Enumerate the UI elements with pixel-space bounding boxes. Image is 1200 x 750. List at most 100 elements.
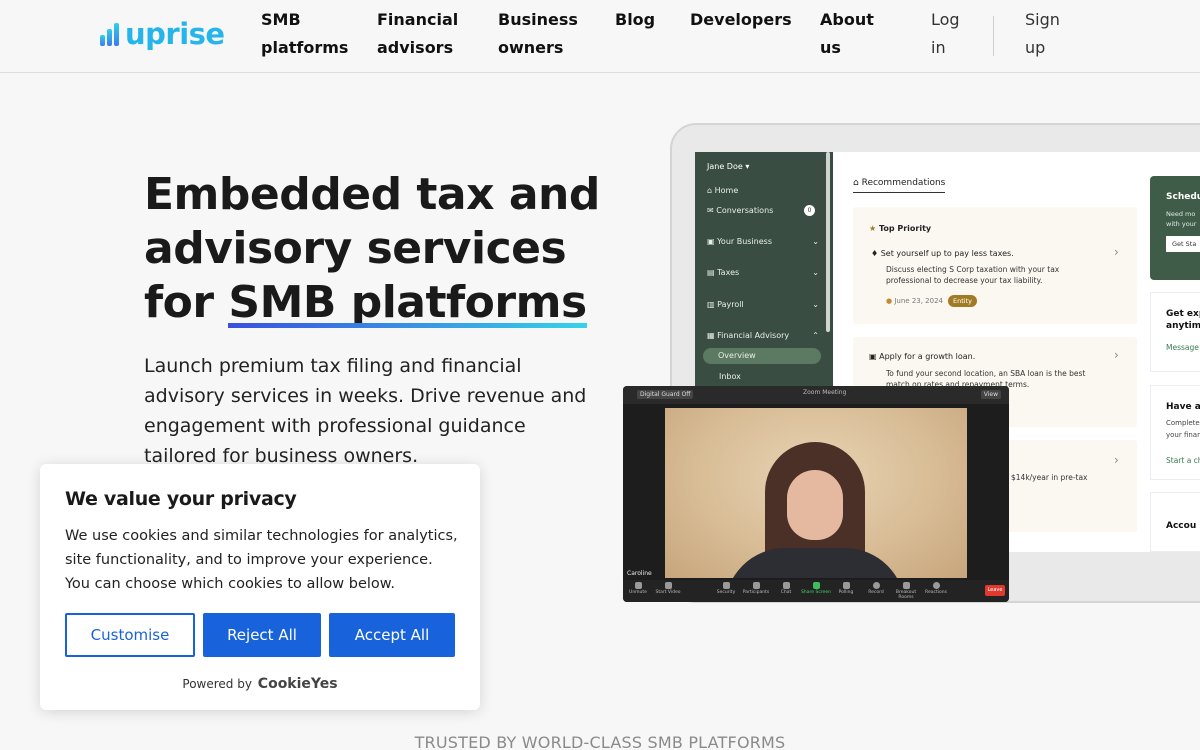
- message-link: Message: [1166, 343, 1199, 352]
- control-label: Participants: [742, 590, 770, 595]
- control-label: Start Video: [655, 590, 681, 595]
- sidebar-item-financial-advisory: ▦ Financial Advisory ⌃: [707, 331, 823, 340]
- home-icon: ⌂: [707, 186, 713, 195]
- customise-button[interactable]: Customise: [65, 613, 195, 657]
- rec1-title-text: Set yourself up to pay less taxes.: [880, 249, 1014, 258]
- video-view-button: View: [980, 390, 1001, 399]
- rec2-title: ▣ Apply for a growth loan.: [869, 352, 975, 361]
- schedule-card: Schedu Need mo with your Get Sta: [1150, 176, 1200, 280]
- logo-text: uprise: [125, 17, 225, 51]
- chat-icon: Chat: [771, 582, 801, 595]
- nav-blog[interactable]: Blog: [615, 6, 675, 34]
- chart-icon: ▦: [707, 331, 715, 340]
- sidebar-item-label: Taxes: [717, 268, 740, 277]
- recommendation-card-1: ★ Top Priority ♦ Set yourself up to pay …: [853, 207, 1137, 324]
- top-priority-text: Top Priority: [878, 224, 932, 233]
- leave-button: Leave: [985, 585, 1005, 596]
- video-titlebar: Digital Guard Off Zoom Meeting View: [623, 386, 1009, 404]
- schedule-card-sub: Need mo: [1166, 210, 1196, 218]
- hero-title: Embedded tax and advisory services for S…: [144, 168, 604, 330]
- hero-title-line3: for: [144, 277, 229, 328]
- control-label: Breakout Rooms: [895, 590, 917, 600]
- question-card-sub2: your financ: [1166, 431, 1200, 439]
- control-label: Reactions: [925, 590, 947, 595]
- shield-icon: Security: [711, 582, 741, 595]
- reject-all-button[interactable]: Reject All: [203, 613, 321, 657]
- chevron-right-icon: ›: [1114, 453, 1119, 467]
- money-bag-icon: ♦: [871, 249, 879, 258]
- sidebar-item-label: Home: [714, 186, 739, 195]
- account-card-title: Accou: [1166, 521, 1197, 531]
- tag-icon: ⌂: [853, 178, 859, 188]
- cookie-title: We value your privacy: [65, 488, 297, 510]
- sidebar-item-label: Conversations: [716, 206, 774, 215]
- accept-all-button[interactable]: Accept All: [329, 613, 455, 657]
- control-label: Share Screen: [801, 590, 831, 595]
- nav-divider: [993, 16, 994, 56]
- control-label: Record: [868, 590, 884, 595]
- nav-developers[interactable]: Developers: [690, 6, 800, 34]
- user-menu: Jane Doe ▾: [707, 162, 749, 171]
- rec1-tag: Entity: [948, 295, 977, 307]
- dot-icon: ●: [886, 297, 893, 305]
- start-chat-link: Start a ch: [1166, 456, 1200, 465]
- sidebar-item-overview: Overview: [703, 348, 821, 364]
- uprise-logo[interactable]: uprise: [100, 18, 225, 50]
- nav-smb-platforms[interactable]: SMB platforms: [261, 6, 351, 62]
- chevron-down-icon: ⌄: [812, 300, 819, 309]
- nav-signup[interactable]: Sign up: [1025, 6, 1075, 62]
- top-priority-label: ★ Top Priority: [869, 224, 931, 233]
- video-call-window: Digital Guard Off Zoom Meeting View Caro…: [623, 386, 1009, 602]
- sidebar-item-your-business: ▣ Your Business ⌄: [707, 237, 823, 246]
- nav-business-owners[interactable]: Business owners: [498, 6, 588, 62]
- polling-icon: Polling: [831, 582, 861, 595]
- rec1-date: ● June 23, 2024: [886, 296, 943, 307]
- logo-mark-icon: [100, 22, 122, 46]
- sidebar-item-label: Payroll: [717, 300, 744, 309]
- rec2-title-text: Apply for a growth loan.: [879, 352, 976, 361]
- control-label: Chat: [780, 590, 792, 595]
- chevron-up-icon: ⌃: [812, 331, 819, 340]
- share-screen-icon: Share Screen: [801, 582, 831, 595]
- record-icon: Record: [861, 582, 891, 595]
- question-card-sub: Complete: [1166, 419, 1200, 427]
- chevron-down-icon: ⌄: [812, 268, 819, 277]
- chevron-right-icon: ›: [1114, 348, 1119, 362]
- nav-login[interactable]: Log in: [931, 6, 971, 62]
- sidebar-item-taxes: ▤ Taxes ⌄: [707, 268, 823, 277]
- hero-title-line1: Embedded tax and: [144, 169, 600, 220]
- advisor-body: [725, 548, 905, 578]
- cookie-description: We use cookies and similar technologies …: [65, 528, 458, 592]
- get-started-button: Get Sta: [1166, 236, 1200, 252]
- schedule-card-title: Schedu: [1166, 192, 1200, 202]
- briefcase-icon: ▣: [707, 237, 715, 246]
- nav-about-us[interactable]: About us: [820, 6, 880, 62]
- video-title: Zoom Meeting: [803, 389, 847, 396]
- expert-card-sub: anytime: [1166, 321, 1200, 331]
- user-name: Jane Doe: [707, 162, 743, 171]
- advisor-face: [787, 470, 843, 540]
- powered-by: Powered by CookieYes: [40, 676, 480, 692]
- video-controls: Unmute Start Video Security Participants…: [623, 580, 1009, 602]
- nav-financial-advisors[interactable]: Financial advisors: [377, 6, 467, 62]
- schedule-card-sub2: with your: [1166, 220, 1197, 228]
- video-status-badge: Digital Guard Off: [637, 390, 694, 399]
- control-label: Unmute: [629, 590, 647, 595]
- sidebar-item-home: ⌂ Home: [707, 186, 823, 195]
- receipt-icon: ▤: [707, 268, 715, 277]
- star-icon: ★: [869, 224, 877, 233]
- site-header: uprise SMB platforms Financial advisors …: [0, 0, 1200, 73]
- cookieyes-logo[interactable]: CookieYes: [258, 676, 338, 692]
- mic-icon: Unmute: [623, 582, 653, 595]
- account-card: Accou: [1150, 492, 1200, 552]
- hero-description: Launch premium tax filing and financial …: [144, 355, 587, 467]
- expert-card: Get exp anytime Message: [1150, 292, 1200, 372]
- hero-title-highlight: SMB platforms: [228, 277, 587, 328]
- question-card-title: Have a: [1166, 402, 1200, 412]
- sidebar-item-payroll: ▥ Payroll ⌄: [707, 300, 823, 309]
- powered-by-label: Powered by: [182, 677, 252, 691]
- wallet-icon: ▥: [707, 300, 715, 309]
- caret-down-icon: ▾: [745, 162, 750, 171]
- participant-name: Caroline: [627, 570, 652, 577]
- document-icon: ▣: [869, 352, 877, 361]
